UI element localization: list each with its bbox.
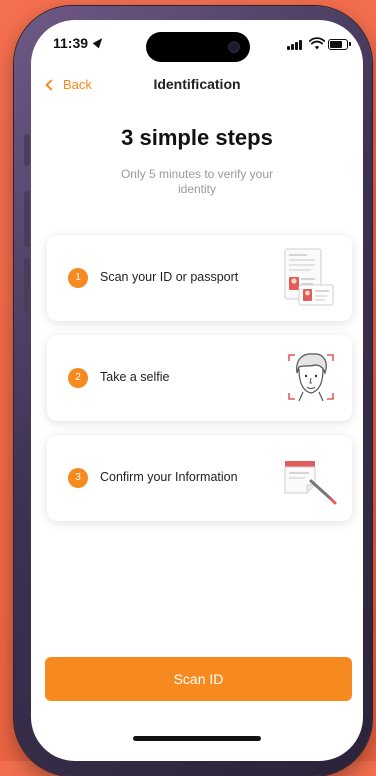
camera-icon <box>228 41 240 53</box>
chevron-left-icon <box>45 79 57 91</box>
status-bar: 11:39 <box>31 20 363 68</box>
back-label: Back <box>63 77 92 92</box>
mute-switch <box>24 134 30 166</box>
step-card-selfie: 2 Take a selfie <box>47 335 352 421</box>
step-number-badge: 3 <box>68 468 88 488</box>
step-number-badge: 1 <box>68 268 88 288</box>
dynamic-island <box>146 32 250 62</box>
step-label: Scan your ID or passport <box>100 270 239 284</box>
status-time: 11:39 <box>53 35 89 51</box>
wifi-icon <box>309 37 325 50</box>
step-card-scan-id: 1 Scan your ID or passport <box>47 235 352 321</box>
nav-bar: Identification Back <box>31 74 363 100</box>
battery-icon <box>328 39 351 50</box>
step-label: Take a selfie <box>100 370 170 384</box>
step-number-badge: 2 <box>68 368 88 388</box>
confirm-document-icon <box>284 461 337 505</box>
step-label: Confirm your Information <box>100 470 238 484</box>
selfie-face-icon <box>288 353 334 402</box>
page-subheading: Only 5 minutes to verify your identity <box>120 167 274 196</box>
page-heading: 3 simple steps <box>121 125 273 150</box>
back-button[interactable]: Back <box>45 77 92 92</box>
step-card-confirm: 3 Confirm your Information <box>47 435 352 521</box>
location-arrow-icon <box>92 35 106 49</box>
signal-icon <box>287 40 305 50</box>
home-indicator <box>133 736 261 741</box>
id-documents-icon <box>284 248 334 306</box>
volume-up-button <box>24 191 30 247</box>
scan-id-button[interactable]: Scan ID <box>45 657 352 701</box>
app-screen: 11:39 Identification Back 3 simple steps… <box>31 20 363 761</box>
volume-down-button <box>24 258 30 314</box>
